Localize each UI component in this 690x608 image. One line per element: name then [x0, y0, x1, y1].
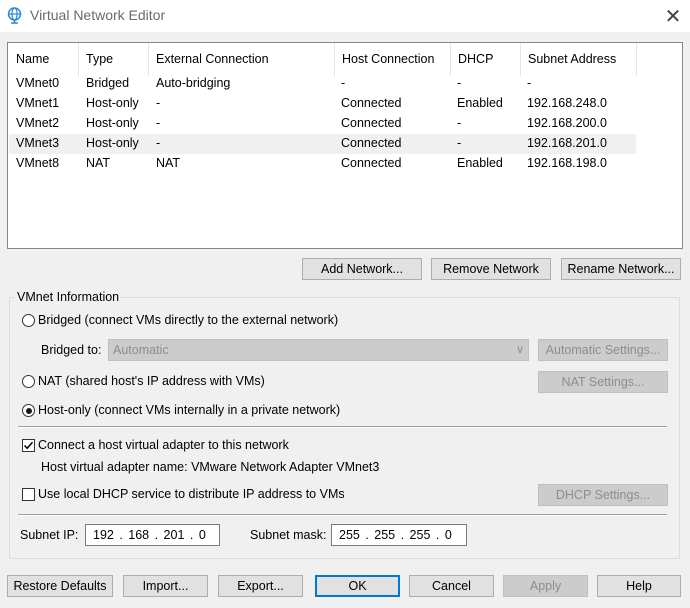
table-row[interactable]: VMnet2 Host-only - Connected - 192.168.2…	[9, 114, 636, 134]
cell-type: Host-only	[86, 116, 139, 130]
host-only-radio[interactable]	[22, 404, 35, 417]
cell-host: Connected	[341, 116, 402, 130]
bridged-to-select[interactable]: Automatic ∨	[108, 339, 529, 361]
nat-radio[interactable]	[22, 375, 35, 388]
cell-subnet: 192.168.201.0	[527, 136, 607, 150]
nat-settings-button[interactable]: NAT Settings...	[538, 371, 668, 393]
cell-external: NAT	[156, 156, 181, 170]
cell-type: Bridged	[86, 76, 130, 90]
cell-dhcp: -	[457, 76, 462, 90]
cell-dhcp: Enabled	[457, 96, 503, 110]
adapter-name-label: Host virtual adapter name: VMware Networ…	[41, 460, 380, 474]
subnet-mask-label: Subnet mask:	[250, 528, 327, 542]
subnet-ip-input[interactable]: 192 . 168 . 201 . 0	[85, 524, 220, 546]
close-button[interactable]: ✕	[656, 0, 690, 32]
table-row[interactable]: VMnet8 NAT NAT Connected Enabled 192.168…	[9, 154, 636, 174]
cell-dhcp: -	[457, 116, 462, 130]
cell-subnet: 192.168.248.0	[527, 96, 607, 110]
column-header-subnet-address[interactable]: Subnet Address	[521, 43, 637, 76]
cell-host: Connected	[341, 136, 402, 150]
window-title: Virtual Network Editor	[30, 7, 166, 23]
separator	[18, 514, 667, 516]
column-header-external-connection[interactable]: External Connection	[149, 43, 335, 76]
title-bar: Virtual Network Editor ✕	[0, 0, 690, 32]
column-header-dhcp[interactable]: DHCP	[451, 43, 521, 76]
cell-type: Host-only	[86, 136, 139, 150]
bridged-label[interactable]: Bridged (connect VMs directly to the ext…	[38, 313, 338, 327]
cell-name: VMnet3	[16, 136, 60, 150]
add-network-button[interactable]: Add Network...	[302, 258, 422, 280]
bridged-to-label: Bridged to:	[41, 343, 102, 357]
column-header-host-connection[interactable]: Host Connection	[335, 43, 451, 76]
connect-adapter-label[interactable]: Connect a host virtual adapter to this n…	[38, 438, 289, 452]
dhcp-label[interactable]: Use local DHCP service to distribute IP …	[38, 487, 345, 501]
cell-external: -	[156, 116, 161, 130]
cell-type: NAT	[86, 156, 111, 170]
cell-host: Connected	[341, 156, 402, 170]
vmnet-information-group	[9, 297, 680, 559]
cell-name: VMnet8	[16, 156, 60, 170]
cell-name: VMnet0	[16, 76, 60, 90]
close-icon: ✕	[664, 5, 682, 28]
subnet-mask-input[interactable]: 255 . 255 . 255 . 0	[331, 524, 467, 546]
cell-host: -	[341, 76, 346, 90]
ok-button[interactable]: OK	[315, 575, 400, 597]
cell-external: -	[156, 136, 161, 150]
cell-external: Auto-bridging	[156, 76, 231, 90]
cell-subnet: 192.168.200.0	[527, 116, 607, 130]
export-button[interactable]: Export...	[218, 575, 303, 597]
network-list[interactable]: Name Type External Connection Host Conne…	[7, 42, 683, 249]
bridged-radio[interactable]	[22, 314, 35, 327]
restore-defaults-button[interactable]: Restore Defaults	[7, 575, 113, 597]
host-only-label[interactable]: Host-only (connect VMs internally in a p…	[38, 403, 340, 417]
import-button[interactable]: Import...	[123, 575, 208, 597]
cell-external: -	[156, 96, 161, 110]
cell-dhcp: -	[457, 136, 462, 150]
cell-dhcp: Enabled	[457, 156, 503, 170]
cell-host: Connected	[341, 96, 402, 110]
nat-label[interactable]: NAT (shared host's IP address with VMs)	[38, 374, 265, 388]
bridged-to-value: Automatic	[113, 343, 169, 357]
separator	[18, 426, 667, 428]
remove-network-button[interactable]: Remove Network	[431, 258, 551, 280]
automatic-settings-button[interactable]: Automatic Settings...	[538, 339, 668, 361]
column-header-name[interactable]: Name	[9, 43, 79, 76]
help-button[interactable]: Help	[597, 575, 681, 597]
table-row-selected[interactable]: VMnet3 Host-only - Connected - 192.168.2…	[9, 134, 636, 154]
cell-type: Host-only	[86, 96, 139, 110]
dhcp-checkbox[interactable]	[22, 488, 35, 501]
apply-button[interactable]: Apply	[503, 575, 588, 597]
rename-network-button[interactable]: Rename Network...	[561, 258, 681, 280]
chevron-down-icon: ∨	[515, 344, 524, 356]
column-header-type[interactable]: Type	[79, 43, 149, 76]
vmnet-information-label: VMnet Information	[15, 290, 122, 304]
cell-name: VMnet2	[16, 116, 60, 130]
dhcp-settings-button[interactable]: DHCP Settings...	[538, 484, 668, 506]
connect-adapter-checkbox[interactable]	[22, 439, 35, 452]
cancel-button[interactable]: Cancel	[409, 575, 494, 597]
cell-subnet: 192.168.198.0	[527, 156, 607, 170]
subnet-ip-label: Subnet IP:	[20, 528, 79, 542]
table-row[interactable]: VMnet1 Host-only - Connected Enabled 192…	[9, 94, 636, 114]
cell-name: VMnet1	[16, 96, 60, 110]
network-globe-icon	[7, 7, 22, 24]
cell-subnet: -	[527, 76, 532, 90]
table-row[interactable]: VMnet0 Bridged Auto-bridging - - -	[9, 74, 636, 94]
checkmark-icon	[23, 441, 34, 450]
